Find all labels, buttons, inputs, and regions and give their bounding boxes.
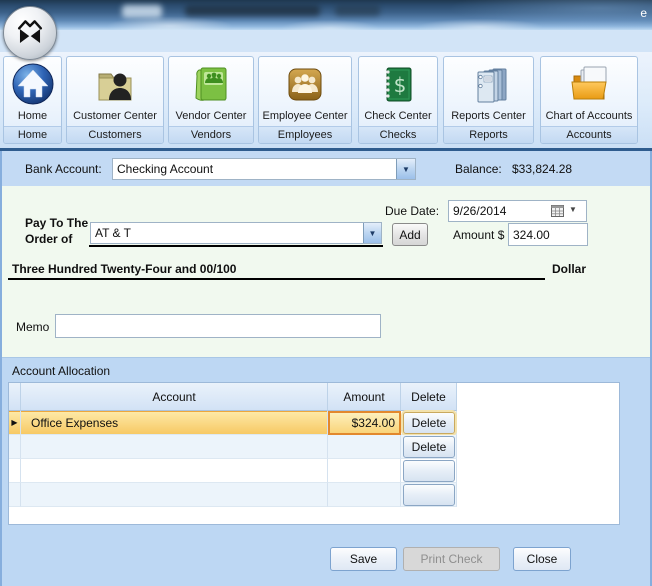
blurred-title-text [185, 5, 320, 16]
payee-label-line2: Order of [25, 232, 73, 246]
ribbon-button-label: Check Center [364, 110, 432, 122]
reports-center-icon [444, 60, 533, 108]
account-allocation-section: Account Allocation Account Amount Delete… [0, 357, 652, 586]
account-cell[interactable] [21, 459, 328, 483]
app-logo-orb[interactable] [3, 6, 57, 60]
ribbon-group-caption: Accounts [541, 126, 637, 143]
payee-combobox[interactable] [90, 222, 382, 244]
row-selector-cell[interactable]: ▶ [9, 411, 21, 435]
delete-button[interactable]: Delete [403, 436, 455, 458]
ribbon-button-check-center[interactable]: $ Check Center Checks [358, 56, 438, 144]
check-form: Due Date: ▼ Pay To The Order of ▼ Add Am… [0, 186, 652, 357]
ribbon-button-label: Home [17, 110, 48, 122]
customer-center-icon [67, 60, 163, 108]
tab-bar: Home Sales/Customer Purchases/Vendor/Pay… [0, 30, 652, 83]
check-center-icon: $ [359, 60, 437, 108]
ribbon-group-caption: Customers [67, 126, 163, 143]
ribbon-group-caption: Home [4, 126, 61, 143]
title-bar: e [0, 0, 652, 30]
application-window: e Home Sales/Customer Purchases/Vendor/P… [0, 0, 652, 586]
column-header-amount[interactable]: Amount [328, 383, 401, 411]
ribbon-button-vendor-center[interactable]: Vendor Center Vendors [168, 56, 254, 144]
calendar-icon[interactable] [551, 204, 564, 217]
amount-cell[interactable] [328, 459, 401, 483]
ribbon-button-label: Chart of Accounts [545, 110, 633, 122]
bank-account-label: Bank Account: [25, 162, 102, 176]
ribbon-toolbar: Home Home Customer Center Customers Vend… [0, 52, 652, 148]
vendor-center-icon [169, 60, 253, 108]
window-left-edge [0, 151, 2, 586]
blurred-title-text [122, 5, 162, 18]
selected-row-arrow-icon: ▶ [11, 418, 18, 427]
ribbon-button-customer-center[interactable]: Customer Center Customers [66, 56, 164, 144]
due-date-dropdown-arrow[interactable]: ▼ [569, 205, 577, 214]
memo-input[interactable] [55, 314, 381, 338]
amount-cell[interactable] [328, 435, 401, 459]
ribbon-button-label: Reports Center [451, 110, 526, 122]
print-check-button[interactable]: Print Check [403, 547, 500, 571]
ribbon-group-caption: Employees [259, 126, 351, 143]
column-header-delete[interactable]: Delete [401, 383, 457, 411]
close-button[interactable]: Close [513, 547, 571, 571]
add-button[interactable]: Add [392, 223, 428, 246]
delete-button-blank[interactable] [403, 460, 455, 482]
amount-label: Amount $ [453, 228, 505, 242]
row-selector-cell[interactable] [9, 459, 21, 483]
ribbon-group-caption: Reports [444, 126, 533, 143]
amount-in-words: Three Hundred Twenty-Four and 00/100 [12, 262, 237, 276]
chart-of-accounts-icon [541, 60, 637, 108]
save-button[interactable]: Save [330, 547, 397, 571]
ribbon-group-caption: Checks [359, 126, 437, 143]
dollar-label: Dollar [552, 262, 587, 276]
due-date-input[interactable] [448, 200, 587, 222]
svg-text:$: $ [394, 73, 407, 97]
ribbon-group-caption: Vendors [169, 126, 253, 143]
balance-label: Balance: [455, 162, 502, 176]
delete-button[interactable]: Delete [403, 412, 455, 434]
ribbon-button-label: Vendor Center [175, 110, 247, 122]
amount-input[interactable] [508, 223, 588, 246]
ribbon-button-employee-center[interactable]: Employee Center Employees [258, 56, 352, 144]
amount-cell[interactable] [328, 483, 401, 507]
column-header-account[interactable]: Account [21, 383, 328, 411]
account-cell[interactable] [21, 483, 328, 507]
row-selector-header [9, 383, 21, 411]
account-allocation-panel: Account Amount Delete ▶ Office Expenses … [8, 382, 620, 525]
payee-label-line1: Pay To The [25, 216, 89, 230]
employee-center-icon [259, 60, 351, 108]
home-icon [4, 60, 61, 108]
balance-value: $33,824.28 [512, 162, 573, 176]
row-selector-cell[interactable] [9, 435, 21, 459]
payee-dropdown-arrow[interactable]: ▼ [363, 223, 381, 243]
amount-words-underline [8, 278, 545, 280]
app-logo-icon [13, 16, 47, 50]
blurred-title-text [335, 5, 380, 16]
account-allocation-title: Account Allocation [12, 364, 111, 378]
amount-cell-selected[interactable]: $324.00 [328, 411, 401, 435]
row-selector-cell[interactable] [9, 483, 21, 507]
bank-account-dropdown-arrow[interactable]: ▼ [396, 159, 415, 179]
ribbon-button-home[interactable]: Home Home [3, 56, 62, 144]
bank-account-band: Bank Account: ▼ Balance: $33,824.28 [0, 151, 652, 187]
ribbon-button-reports-center[interactable]: Reports Center Reports [443, 56, 534, 144]
window-title-fragment: e [640, 6, 647, 20]
ribbon-button-label: Customer Center [73, 110, 157, 122]
memo-label: Memo [16, 320, 50, 334]
account-cell[interactable]: Office Expenses [21, 411, 328, 435]
ribbon-button-chart-of-accounts[interactable]: Chart of Accounts Accounts [540, 56, 638, 144]
ribbon-button-label: Employee Center [262, 110, 348, 122]
delete-button-blank[interactable] [403, 484, 455, 506]
due-date-label: Due Date: [385, 204, 440, 218]
payee-underline [89, 245, 383, 247]
bank-account-combobox[interactable] [112, 158, 416, 180]
account-cell[interactable] [21, 435, 328, 459]
